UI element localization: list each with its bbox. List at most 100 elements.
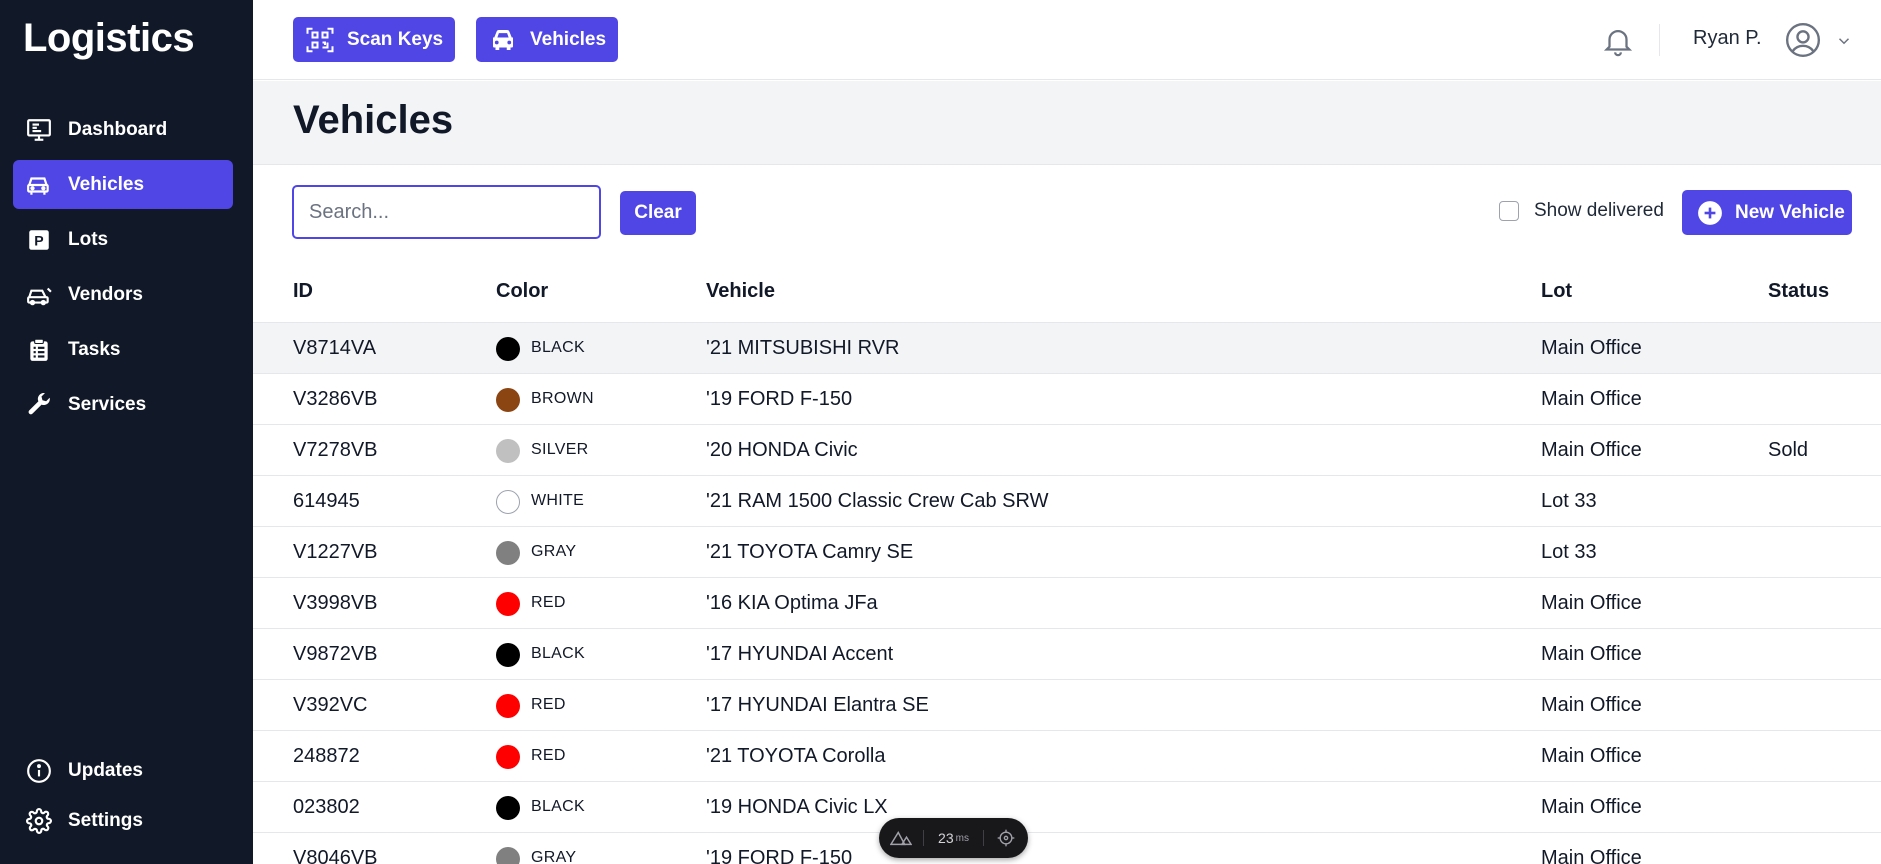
info-circle-icon bbox=[25, 757, 53, 785]
table-row[interactable]: 614945 WHITE '21 RAM 1500 Classic Crew Cab… bbox=[253, 476, 1881, 527]
sidebar-item-vendors[interactable]: Vendors bbox=[13, 270, 233, 319]
cell-color: RED bbox=[531, 747, 566, 764]
color-swatch bbox=[496, 847, 520, 864]
column-header-vehicle[interactable]: Vehicle bbox=[706, 280, 775, 303]
table-row[interactable]: V392VC RED '17 HYUNDAI Elantra SE Main Offi… bbox=[253, 680, 1881, 731]
new-vehicle-button[interactable]: New Vehicle bbox=[1682, 190, 1852, 235]
cell-id: 023802 bbox=[293, 796, 360, 818]
qr-code-icon bbox=[306, 27, 334, 52]
table-row[interactable]: V8714VA BLACK '21 MITSUBISHI RVR Main Offic… bbox=[253, 323, 1881, 374]
cell-lot: Main Office bbox=[1541, 847, 1642, 864]
sidebar: Logistics Dashboard Vehicles P Lots Vend… bbox=[0, 0, 253, 864]
table-header: ID Color Vehicle Lot Status bbox=[253, 270, 1881, 323]
color-swatch bbox=[496, 694, 520, 718]
monitor-icon bbox=[25, 116, 53, 144]
cell-color: BROWN bbox=[531, 390, 594, 407]
sidebar-item-label: Tasks bbox=[68, 338, 121, 360]
cell-lot: Main Office bbox=[1541, 337, 1642, 359]
parking-icon: P bbox=[25, 226, 53, 254]
page-title: Vehicles bbox=[293, 98, 454, 142]
scan-keys-label: Scan Keys bbox=[347, 28, 444, 50]
cell-lot: Main Office bbox=[1541, 643, 1642, 665]
dev-toolbar[interactable]: 23 ms bbox=[879, 818, 1028, 858]
cell-vehicle: '17 HYUNDAI Accent bbox=[706, 643, 894, 665]
sidebar-item-tasks[interactable]: Tasks bbox=[13, 325, 233, 374]
cell-id: V7278VB bbox=[293, 439, 378, 461]
sidebar-item-lots[interactable]: P Lots bbox=[13, 215, 233, 264]
sidebar-item-label: Lots bbox=[68, 228, 109, 250]
page-header: Vehicles bbox=[253, 81, 1881, 165]
sidebar-item-label: Dashboard bbox=[68, 118, 168, 140]
sidebar-nav: Dashboard Vehicles P Lots Vendors Tasks bbox=[13, 105, 233, 435]
cell-color: SILVER bbox=[531, 441, 589, 458]
notification-bell-icon[interactable] bbox=[1601, 24, 1635, 58]
show-delivered-toggle[interactable]: Show delivered bbox=[1499, 200, 1664, 222]
vehicles-button[interactable]: Vehicles bbox=[476, 17, 619, 62]
column-header-color[interactable]: Color bbox=[496, 280, 548, 303]
sidebar-item-dashboard[interactable]: Dashboard bbox=[13, 105, 233, 154]
color-swatch bbox=[496, 796, 520, 820]
nuxt-logo-icon[interactable] bbox=[879, 818, 923, 858]
cell-id: V3998VB bbox=[293, 592, 378, 614]
search-input[interactable] bbox=[292, 185, 601, 239]
car-icon bbox=[25, 171, 53, 199]
cell-vehicle: '19 FORD F-150 bbox=[706, 388, 853, 410]
chevron-down-icon[interactable] bbox=[1835, 32, 1853, 50]
clear-button[interactable]: Clear bbox=[620, 191, 696, 235]
cell-id: V3286VB bbox=[293, 388, 378, 410]
table-row[interactable]: V7278VB SILVER '20 HONDA Civic Main Office S… bbox=[253, 425, 1881, 476]
cell-vehicle: '16 KIA Optima JFa bbox=[706, 592, 878, 614]
column-header-lot[interactable]: Lot bbox=[1541, 280, 1572, 303]
car-icon bbox=[493, 29, 513, 50]
timing-unit: ms bbox=[955, 832, 969, 844]
render-timing: 23 ms bbox=[924, 818, 984, 858]
cell-lot: Lot 33 bbox=[1541, 490, 1597, 512]
color-swatch bbox=[496, 337, 520, 361]
brand-logo[interactable]: Logistics bbox=[23, 16, 195, 61]
cell-id: V9872VB bbox=[293, 643, 378, 665]
column-header-id[interactable]: ID bbox=[293, 280, 313, 303]
user-avatar-icon[interactable] bbox=[1784, 21, 1822, 59]
scan-keys-button[interactable]: Scan Keys bbox=[293, 17, 456, 62]
table-row[interactable]: V1227VB GRAY '21 TOYOTA Camry SE Lot 33 bbox=[253, 527, 1881, 578]
table-row[interactable]: 248872 RED '21 TOYOTA Corolla Main Office bbox=[253, 731, 1881, 782]
vehicles-table: V8714VA BLACK '21 MITSUBISHI RVR Main Offic… bbox=[253, 323, 1881, 864]
table-row[interactable]: 023802 BLACK '19 HONDA Civic LX Main Office bbox=[253, 782, 1881, 833]
cell-vehicle: '21 RAM 1500 Classic Crew Cab SRW bbox=[706, 490, 1049, 512]
cell-vehicle: '21 MITSUBISHI RVR bbox=[706, 337, 900, 359]
sidebar-item-services[interactable]: Services bbox=[13, 380, 233, 429]
table-row[interactable]: V9872VB BLACK '17 HYUNDAI Accent Main Offic… bbox=[253, 629, 1881, 680]
show-delivered-checkbox[interactable] bbox=[1499, 201, 1519, 221]
table-row[interactable]: V8046VB GRAY '19 FORD F-150 Main Office bbox=[253, 833, 1881, 864]
cell-lot: Main Office bbox=[1541, 694, 1642, 716]
vehicles-label: Vehicles bbox=[530, 28, 607, 50]
top-bar: Scan Keys Vehicles Ryan P. bbox=[253, 0, 1881, 80]
sidebar-item-updates[interactable]: Updates bbox=[13, 748, 233, 794]
color-swatch bbox=[496, 439, 520, 463]
cell-id: V392VC bbox=[293, 694, 368, 716]
sidebar-item-vehicles[interactable]: Vehicles bbox=[13, 160, 233, 209]
sidebar-item-label: Vehicles bbox=[68, 173, 145, 195]
sidebar-item-label: Settings bbox=[68, 810, 143, 831]
cell-color: GRAY bbox=[531, 849, 577, 864]
sidebar-item-label: Updates bbox=[68, 760, 143, 781]
car-side-icon bbox=[25, 281, 53, 309]
cell-id: V8714VA bbox=[293, 337, 377, 359]
inspect-target-icon[interactable] bbox=[984, 818, 1028, 858]
cell-id: 248872 bbox=[293, 745, 360, 767]
show-delivered-label: Show delivered bbox=[1534, 200, 1664, 221]
cell-lot: Main Office bbox=[1541, 439, 1642, 461]
table-row[interactable]: V3998VB RED '16 KIA Optima JFa Main Office bbox=[253, 578, 1881, 629]
gear-icon bbox=[25, 807, 53, 835]
cell-vehicle: '20 HONDA Civic bbox=[706, 439, 858, 461]
cell-vehicle: '21 TOYOTA Camry SE bbox=[706, 541, 914, 563]
cell-color: WHITE bbox=[531, 492, 585, 509]
cell-color: RED bbox=[531, 594, 566, 611]
user-name[interactable]: Ryan P. bbox=[1693, 27, 1762, 50]
table-row[interactable]: V3286VB BROWN '19 FORD F-150 Main Office bbox=[253, 374, 1881, 425]
cell-color: RED bbox=[531, 696, 566, 713]
cell-color: BLACK bbox=[531, 798, 585, 815]
column-header-status[interactable]: Status bbox=[1768, 280, 1829, 303]
cell-color: GRAY bbox=[531, 543, 577, 560]
sidebar-item-settings[interactable]: Settings bbox=[13, 798, 233, 844]
